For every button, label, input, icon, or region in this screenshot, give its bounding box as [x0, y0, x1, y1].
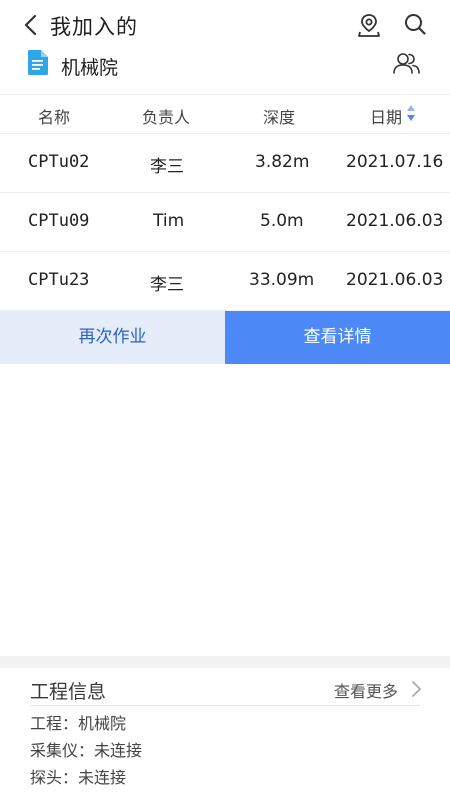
members-icon[interactable] — [392, 51, 421, 77]
info-probe: 探头：未连接 — [30, 768, 127, 787]
info-title: 工程信息 — [30, 681, 107, 703]
cell-name: CPTu23 — [28, 270, 90, 290]
chevron-left-icon[interactable] — [20, 12, 46, 38]
column-header-owner: 负责人 — [142, 108, 191, 127]
cell-owner: 李三 — [150, 275, 184, 295]
table-row[interactable]: CPTu23 李三 33.09m 2021.06.03 — [0, 252, 450, 311]
table-header: 名称 负责人 深度 日期 — [0, 94, 450, 134]
document-icon — [28, 50, 48, 75]
column-header-date[interactable]: 日期 — [370, 104, 402, 128]
work-again-button[interactable]: 再次作业 — [0, 311, 225, 364]
project-bar: 机械院 — [0, 48, 450, 88]
cell-name: CPTu09 — [28, 211, 90, 231]
cell-depth: 3.82m — [255, 152, 310, 172]
view-details-button[interactable]: 查看详情 — [225, 311, 450, 364]
location-pin-icon[interactable] — [356, 12, 382, 38]
cell-date: 2021.06.03 — [346, 211, 444, 231]
info-divider-line — [30, 705, 420, 706]
cell-name: CPTu02 — [28, 152, 90, 172]
info-device: 采集仪：未连接 — [30, 741, 143, 760]
page-title: 我加入的 — [50, 15, 138, 39]
top-bar: 我加入的 — [0, 0, 450, 50]
sort-updown-icon[interactable] — [406, 104, 416, 122]
info-project: 工程：机械院 — [30, 714, 127, 733]
view-more-link[interactable]: 查看更多 — [334, 678, 398, 702]
section-divider — [0, 656, 450, 668]
project-name: 机械院 — [61, 57, 119, 79]
cell-date: 2021.07.16 — [346, 152, 444, 172]
project-info-panel: 工程信息 查看更多 工程：机械院 采集仪：未连接 探头：未连接 — [0, 668, 450, 800]
column-header-name: 名称 — [38, 108, 71, 127]
column-header-depth: 深度 — [263, 108, 296, 127]
table-row[interactable]: CPTu02 李三 3.82m 2021.07.16 — [0, 134, 450, 193]
chevron-right-icon[interactable] — [410, 680, 422, 698]
cell-depth: 33.09m — [249, 270, 315, 290]
search-icon[interactable] — [403, 12, 427, 36]
action-bar: 再次作业 查看详情 — [0, 311, 450, 364]
cell-owner: 李三 — [150, 157, 184, 177]
cell-owner: Tim — [153, 211, 185, 231]
cell-date: 2021.06.03 — [346, 270, 444, 290]
cell-depth: 5.0m — [260, 211, 304, 231]
table-row[interactable]: CPTu09 Tim 5.0m 2021.06.03 — [0, 193, 450, 252]
